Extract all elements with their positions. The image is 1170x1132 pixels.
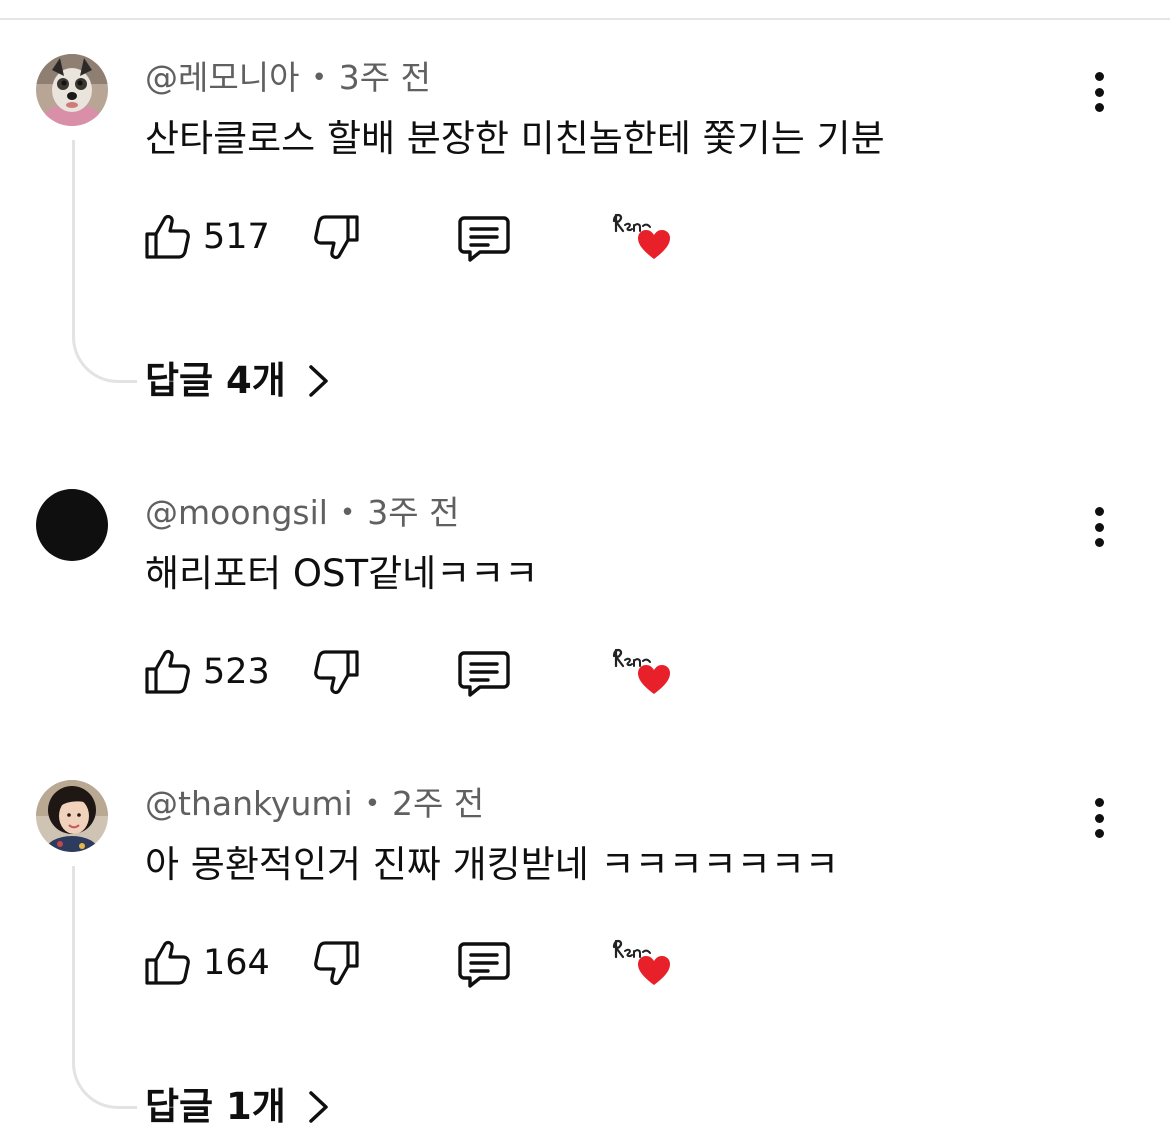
more-options-button[interactable]: [1086, 72, 1112, 112]
thumbs-up-icon: [145, 650, 190, 694]
like-count: 523: [203, 652, 270, 692]
author-name[interactable]: @thankyumi: [145, 784, 353, 823]
comment-text: 아 몽환적인거 진짜 개킹받네 ㅋㅋㅋㅋㅋㅋㅋ: [145, 843, 839, 886]
creator-heart-icon: [612, 939, 670, 985]
dot: [1094, 87, 1104, 97]
thumbs-up-icon: [145, 941, 190, 985]
dislike-button[interactable]: [313, 938, 361, 988]
thumbs-down-icon: [314, 650, 359, 694]
comment-meta: @moongsil • 3주 전: [145, 491, 459, 535]
view-replies-button[interactable]: 답글 4개: [145, 356, 332, 406]
author-name[interactable]: @moongsil: [145, 493, 328, 532]
more-options-button[interactable]: [1086, 798, 1112, 838]
creator-heart-badge: [610, 933, 672, 991]
thumbs-up-icon: [145, 215, 190, 259]
chevron-right-icon: [309, 365, 328, 397]
woman-avatar-image: [36, 780, 108, 852]
creator-heart-badge: [610, 642, 672, 700]
comment-icon: [458, 651, 510, 697]
like-button[interactable]: 523: [143, 647, 270, 697]
creator-heart-icon: [612, 648, 670, 694]
replies-label: 답글 4개: [145, 359, 286, 402]
replies-label: 답글 1개: [145, 1085, 286, 1128]
dot: [1094, 103, 1104, 112]
comment-actions: 517: [143, 212, 703, 262]
thread-connector: [72, 866, 137, 1109]
top-divider: [0, 18, 1170, 20]
like-button[interactable]: 517: [143, 212, 270, 262]
dot: [1094, 813, 1104, 823]
avatar[interactable]: [36, 780, 108, 852]
timestamp[interactable]: 2주 전: [392, 784, 484, 823]
comment-meta: @레모니아 • 3주 전: [145, 56, 431, 100]
chevron-right-icon: [309, 1091, 328, 1123]
creator-heart-badge: [610, 207, 672, 265]
dislike-button[interactable]: [313, 212, 361, 262]
avatar[interactable]: [36, 489, 108, 561]
more-vertical-icon: [1094, 798, 1104, 807]
timestamp[interactable]: 3주 전: [339, 58, 431, 97]
comment-actions: 164: [143, 938, 703, 988]
creator-heart-icon: [612, 213, 670, 259]
comment-text: 해리포터 OST같네ㅋㅋㅋ: [145, 552, 539, 595]
more-vertical-icon: [1094, 507, 1104, 516]
comment-icon: [458, 942, 510, 988]
separator-dot: •: [311, 63, 327, 93]
reply-button[interactable]: [458, 940, 512, 988]
separator-dot: •: [339, 498, 356, 528]
comment-meta: @thankyumi • 2주 전: [145, 782, 484, 826]
more-options-button[interactable]: [1086, 507, 1112, 547]
more-vertical-icon: [1094, 72, 1104, 81]
dislike-button[interactable]: [313, 647, 361, 697]
avatar[interactable]: [36, 54, 108, 126]
dot: [1094, 522, 1104, 532]
timestamp[interactable]: 3주 전: [367, 493, 459, 532]
thread-connector: [72, 140, 137, 383]
thumbs-down-icon: [314, 215, 359, 259]
reply-button[interactable]: [458, 214, 512, 262]
author-name[interactable]: @레모니아: [145, 58, 299, 97]
dog-avatar-image: [36, 54, 108, 126]
dot: [1094, 829, 1104, 838]
dot: [1094, 538, 1104, 547]
like-count: 164: [203, 943, 270, 983]
thumbs-down-icon: [314, 941, 359, 985]
comment-text: 산타클로스 할배 분장한 미친놈한테 쫓기는 기분: [145, 117, 885, 160]
comment-actions: 523: [143, 647, 703, 697]
like-count: 517: [203, 217, 270, 257]
comment-icon: [458, 216, 510, 262]
like-button[interactable]: 164: [143, 938, 270, 988]
separator-dot: •: [364, 789, 381, 819]
view-replies-button[interactable]: 답글 1개: [145, 1082, 332, 1132]
reply-button[interactable]: [458, 649, 512, 697]
